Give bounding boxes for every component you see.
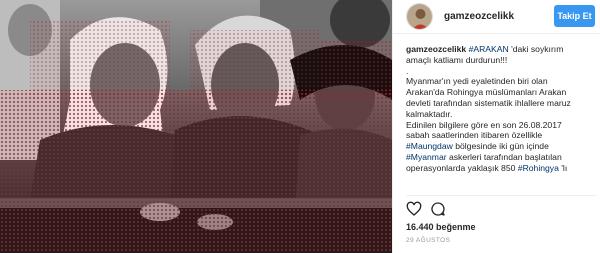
like-count[interactable]: 16.440 beğenme [406, 222, 476, 232]
hashtag-link[interactable]: #Myanmar [406, 152, 447, 162]
hashtag-link[interactable]: #Maungdaw [406, 141, 453, 151]
caption-text: kalmaktadır. [406, 108, 453, 119]
hashtag-link[interactable]: #Rohingya [518, 163, 559, 173]
caption-text: Myanmar'ın yedi eyaletinden biri olan [406, 76, 548, 87]
post-side-panel: gamzeozcelikk Takip Et gamzeozcelikk #AR… [393, 0, 600, 253]
avatar[interactable] [406, 3, 433, 30]
caption-line: Arakan'da Rohingya müslümanları Arakan [406, 87, 594, 98]
caption-line: sabah saatlerinden itibaren özellikle [406, 130, 594, 141]
caption-text: askerleri tarafından başlatılan [446, 151, 562, 162]
actions-divider [406, 195, 596, 196]
caption-username[interactable]: gamzeozcelikk [406, 44, 466, 54]
caption-line: Edinilen bilgilere göre en son 26.08.201… [406, 120, 594, 131]
caption-line: kalmaktadır. [406, 109, 594, 120]
caption-text: sabah saatlerinden itibaren özellikle [406, 130, 543, 141]
caption-text: operasyonlarda yaklaşık 850 [406, 162, 518, 173]
post-photo-graphic [0, 0, 392, 253]
post-header: gamzeozcelikk Takip Et [393, 0, 600, 34]
hashtag-link[interactable]: #ARAKAN [469, 44, 509, 54]
caption-text: bölgesinde iki gün içinde [452, 141, 549, 152]
follow-button[interactable]: Takip Et [554, 5, 595, 27]
caption-text: Arakan'da Rohingya müslümanları Arakan [406, 87, 567, 98]
caption-line: devleti tarafından sistematik ihlallere … [406, 98, 594, 109]
post-date: 29 AĞUSTOS [406, 237, 451, 244]
comment-icon[interactable] [430, 201, 446, 217]
caption-line: amaçlı katliamı durdurun!!! [406, 55, 594, 66]
caption-line: gamzeozcelikk #ARAKAN 'daki soykırım [406, 44, 594, 55]
caption-text: 'daki soykırım [508, 44, 564, 54]
caption-text: 'lı [558, 162, 568, 173]
caption-line: #Myanmar askerleri tarafından başlatılan [406, 152, 594, 163]
caption-line: . [406, 66, 594, 77]
caption-line: Myanmar'ın yedi eyaletinden biri olan [406, 76, 594, 87]
caption-line: operasyonlarda yaklaşık 850 #Rohingya 'l… [406, 163, 594, 174]
avatar-image [407, 4, 432, 29]
caption-text: . [406, 65, 409, 76]
caption-line: #Maungdaw bölgesinde iki gün içinde [406, 141, 594, 152]
caption-text: Edinilen bilgilere göre en son 26.08.201… [406, 119, 562, 130]
heart-icon[interactable] [406, 201, 422, 217]
post-caption: gamzeozcelikk #ARAKAN 'daki soykırım amaç… [406, 44, 594, 174]
post-photo[interactable] [0, 0, 392, 253]
post-username[interactable]: gamzeozcelikk [444, 11, 514, 22]
caption-text: devleti tarafından sistematik ihlallere … [406, 97, 571, 108]
caption-text: amaçlı katliamı durdurun!!! [406, 54, 508, 65]
